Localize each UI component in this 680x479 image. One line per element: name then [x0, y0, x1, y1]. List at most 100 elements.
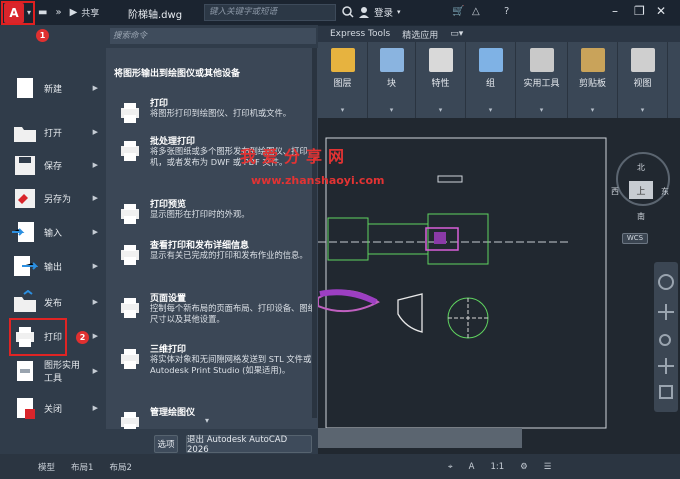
wcs-menu[interactable]: WCS: [622, 233, 648, 244]
scale-selector[interactable]: 1:1: [482, 462, 512, 472]
cart-icon[interactable]: 🛒: [452, 6, 464, 17]
submenu-description: 将实体对象和无间隙网格发送到 STL 文件或 Autodesk Print St…: [150, 354, 312, 375]
ribbon-panel[interactable]: 特性 ▾: [416, 42, 466, 118]
minimize-icon[interactable]: –: [612, 4, 618, 18]
ribbon-panel[interactable]: 块 ▾: [368, 42, 416, 118]
panel-icon[interactable]: [330, 48, 355, 72]
autodesk-a360-icon[interactable]: △: [472, 6, 480, 17]
ribbon-panel[interactable]: 实用工具 ▾: [516, 42, 568, 118]
chevron-down-icon[interactable]: ▾: [489, 106, 493, 114]
printer-icon: [121, 298, 139, 318]
chevron-right-icon: ▶: [92, 128, 98, 136]
menu-item-save-as[interactable]: 另存为 ▶: [6, 183, 102, 213]
ribbon-panel[interactable]: 剪贴板 ▾: [568, 42, 618, 118]
viewcube-north[interactable]: 北: [637, 162, 645, 173]
print-submenu-item[interactable]: 三维打印 将实体对象和无间隙网格发送到 STL 文件或 Autodesk Pri…: [114, 342, 314, 388]
panel-label: 剪贴板: [578, 79, 606, 89]
save-as-icon: [15, 189, 35, 208]
step-badge-1: 1: [36, 29, 49, 42]
menu-scrollbar[interactable]: [312, 48, 317, 418]
panel-icon[interactable]: [529, 48, 554, 72]
menu-item-new-file[interactable]: 新建 ▶: [6, 73, 102, 103]
quick-access-new-icon[interactable]: ▬: [38, 7, 47, 18]
open-folder-icon: [14, 127, 36, 142]
menu-item-open-folder[interactable]: 打开 ▶: [6, 117, 102, 147]
panel-icon[interactable]: [478, 48, 503, 72]
chevron-down-icon[interactable]: ▾: [397, 8, 401, 16]
search-input[interactable]: 键入关键字或短语: [204, 4, 336, 21]
menu-item-export[interactable]: 输出 ▶: [6, 251, 102, 281]
snap-icon[interactable]: ⌖: [440, 462, 461, 472]
viewcube-west[interactable]: 西: [611, 186, 619, 197]
tab-model[interactable]: 模型: [30, 461, 63, 473]
menu-item-label: 另存为: [44, 194, 72, 205]
export-icon: [14, 256, 38, 276]
chevron-down-icon[interactable]: ▾: [641, 106, 645, 114]
viewcube-south[interactable]: 南: [637, 211, 645, 222]
login-button[interactable]: 登录: [374, 5, 393, 19]
gear-icon[interactable]: ⚙: [512, 462, 536, 472]
chevron-down-icon[interactable]: ▾: [540, 106, 544, 114]
status-bar: 模型 布局1 布局2 ⌖ A 1:1 ⚙ ☰: [0, 454, 680, 479]
chevron-right-icon: ▶: [92, 332, 98, 340]
chevron-right-icon: ▶: [92, 228, 98, 236]
ribbon-panel[interactable]: 图层 ▾: [318, 42, 368, 118]
panel-icon[interactable]: [580, 48, 605, 72]
panel-icon[interactable]: [630, 48, 655, 72]
navigation-bar[interactable]: [654, 262, 678, 412]
tab-layout2[interactable]: 布局2: [101, 461, 139, 473]
menu-item-publish[interactable]: 发布 ▶: [6, 287, 102, 317]
help-icon[interactable]: ?: [504, 6, 509, 17]
search-icon[interactable]: [342, 6, 354, 18]
menu-search-field[interactable]: 搜索命令: [110, 28, 316, 44]
file-title: 阶梯轴.dwg: [128, 10, 183, 21]
print-submenu-item[interactable]: 打印预览 显示图形在打印时的外观。: [114, 197, 314, 243]
print-highlight-box: [9, 318, 67, 356]
menu-icon[interactable]: ☰: [536, 462, 560, 472]
print-submenu-item[interactable]: 查看打印和发布详细信息 显示有关已完成的打印和发布作业的信息。: [114, 238, 314, 284]
user-icon: [359, 7, 369, 18]
tab-featured-apps[interactable]: 精选应用: [402, 28, 438, 41]
ribbon-panel[interactable]: 视图 ▾: [618, 42, 668, 118]
menu-item-import[interactable]: 输入 ▶: [6, 217, 102, 247]
close-file-icon: [17, 398, 35, 419]
annotation-icon[interactable]: A: [461, 462, 483, 472]
tab-express-tools[interactable]: Express Tools: [330, 29, 390, 39]
submenu-title: 管理绘图仪: [150, 408, 196, 418]
share-button[interactable]: 共享: [81, 6, 99, 19]
ribbon-toggle-icon[interactable]: ▭▾: [450, 29, 463, 39]
viewcube-east[interactable]: 东: [661, 186, 669, 197]
chevron-down-icon[interactable]: ▾: [341, 106, 345, 114]
ribbon-panel[interactable]: 组 ▾: [466, 42, 516, 118]
app-menu-left-column: 新建 ▶ 打开 ▶ 保存 ▶ 另存为 ▶ 输入 ▶ 输出 ▶ 发布 ▶ 打印 ▶…: [0, 25, 106, 454]
panel-icon[interactable]: [379, 48, 404, 72]
menu-item-label: 输出: [44, 262, 63, 273]
chevron-down-icon[interactable]: ▾: [390, 106, 394, 114]
printer-icon: [121, 245, 139, 265]
printer-icon: [121, 103, 139, 123]
panel-label: 块: [386, 79, 396, 89]
menu-item-label: 关闭: [44, 404, 63, 415]
tab-layout1[interactable]: 布局1: [63, 461, 101, 473]
close-icon[interactable]: ✕: [656, 4, 666, 18]
printer-icon: [121, 204, 139, 224]
chevron-down-icon[interactable]: ▾: [591, 106, 595, 114]
chevron-right-icon: ▶: [92, 298, 98, 306]
viewcube-top-face[interactable]: 上: [629, 181, 653, 199]
scroll-down-icon[interactable]: ▾: [205, 416, 209, 425]
share-icon[interactable]: ▶: [70, 7, 78, 18]
menu-item-close-file[interactable]: 关闭 ▶: [6, 393, 102, 423]
menu-item-save[interactable]: 保存 ▶: [6, 150, 102, 180]
panel-icon[interactable]: [428, 48, 453, 72]
panel-label: 实用工具: [523, 79, 560, 89]
login-area[interactable]: 登录 ▾: [342, 5, 401, 19]
restore-icon[interactable]: ❐: [634, 4, 645, 18]
exit-autocad-button[interactable]: 退出 Autodesk AutoCAD 2026: [186, 435, 312, 455]
import-icon: [12, 222, 34, 242]
chevron-down-icon[interactable]: ▾: [439, 106, 443, 114]
more-icon[interactable]: »: [55, 7, 61, 18]
print-submenu-item[interactable]: 页面设置 控制每个新布局的页面布局、打印设备、图纸尺寸以及其他设置。: [114, 291, 316, 337]
printer-icon: [121, 349, 139, 369]
options-button[interactable]: 选项: [154, 435, 178, 453]
menu-item-drawing-utilities[interactable]: 图形实用 工具 ▶: [6, 356, 102, 386]
